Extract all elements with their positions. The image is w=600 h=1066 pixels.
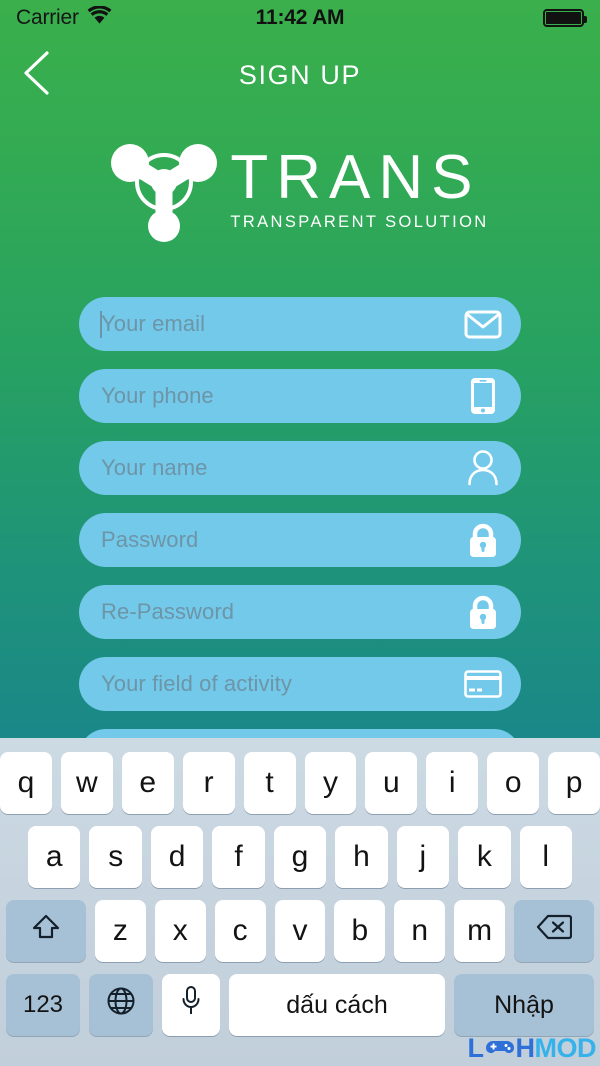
status-bar-right [344,9,588,27]
key-j[interactable]: j [396,826,450,888]
backspace-icon [536,914,573,948]
envelope-icon [463,307,503,341]
key-r[interactable]: r [182,752,235,814]
microphone-icon [180,985,202,1025]
lock-icon [463,595,503,629]
carrier-label: Carrier [16,6,79,29]
credit-card-icon [463,667,503,701]
person-icon [463,450,503,486]
navigation-bar: SIGN UP [0,36,600,114]
phone-field-placeholder: Your phone [101,383,214,408]
battery-full-icon [543,9,588,27]
logo-tagline: TRANSPARENT SOLUTION [230,213,489,232]
back-button[interactable] [8,46,66,104]
key-o[interactable]: o [487,752,540,814]
key-a[interactable]: a [28,826,81,888]
keyboard-row-2: a s d f g h j k l [0,820,600,894]
mobile-phone-icon [463,378,503,414]
key-c[interactable]: c [214,900,266,962]
key-d[interactable]: d [150,826,204,888]
key-u[interactable]: u [365,752,418,814]
phone-field[interactable]: Your phone [79,369,521,423]
key-f[interactable]: f [212,826,265,888]
key-s[interactable]: s [89,826,142,888]
shift-key[interactable] [6,900,86,962]
key-g[interactable]: g [273,826,327,888]
activity-field-placeholder: Your field of activity [101,671,292,696]
status-bar-left: Carrier [16,5,256,30]
dictation-key[interactable] [162,974,220,1036]
space-key[interactable]: dấu cách [229,974,445,1036]
password-field-placeholder: Password [101,527,199,552]
logo-wordmark: TRANS TRANSPARENT SOLUTION [230,142,491,233]
keyboard-row-4: 123 dấu cách Nhập [0,968,600,1042]
repassword-field[interactable]: Re-Password [79,585,521,639]
logo-word: TRANS [230,142,481,212]
activity-field[interactable]: Your field of activity [79,657,521,711]
key-h[interactable]: h [335,826,388,888]
globe-key[interactable] [89,974,153,1036]
key-k[interactable]: k [458,826,511,888]
numbers-key[interactable]: 123 [6,974,80,1036]
key-i[interactable]: i [426,752,479,814]
key-z[interactable]: z [95,900,146,962]
chevron-left-icon [20,49,54,102]
lock-icon [463,523,503,557]
status-bar-time: 11:42 AM [255,6,345,29]
key-t[interactable]: t [243,752,296,814]
key-q[interactable]: q [0,752,52,814]
name-field[interactable]: Your name [79,441,521,495]
on-screen-keyboard: q w e r t y u i o p a s d f g h j k l z … [0,738,600,1066]
email-field-placeholder: Your email [101,311,206,336]
brand-logo: TRANS TRANSPARENT SOLUTION [0,138,600,242]
globe-icon [106,986,136,1024]
shift-arrow-icon [31,912,61,950]
key-e[interactable]: e [121,752,174,814]
key-x[interactable]: x [154,900,206,962]
key-v[interactable]: v [274,900,326,962]
key-l[interactable]: l [519,826,572,888]
enter-key[interactable]: Nhập [454,974,594,1036]
wifi-icon [87,5,112,30]
keyboard-row-1: q w e r t y u i o p [0,746,600,820]
key-p[interactable]: p [548,752,600,814]
key-y[interactable]: y [304,752,357,814]
key-w[interactable]: w [60,752,113,814]
page-title: SIGN UP [238,59,362,90]
password-field[interactable]: Password [79,513,521,567]
text-caret [100,311,102,338]
name-field-placeholder: Your name [101,455,208,480]
signup-screen: Carrier 11:42 AM SIGN UP TRANS TRANSPARE… [0,0,600,1066]
signup-form: Your email Your phone Your name Password… [79,297,521,801]
trans-triskelion-logo-icon [108,138,220,242]
status-bar: Carrier 11:42 AM [0,0,600,36]
keyboard-row-3: z x c v b n m [0,894,600,968]
repassword-field-placeholder: Re-Password [101,599,235,624]
key-m[interactable]: m [454,900,506,962]
backspace-key[interactable] [514,900,595,962]
email-field[interactable]: Your email [79,297,521,351]
key-b[interactable]: b [334,900,386,962]
key-n[interactable]: n [394,900,446,962]
